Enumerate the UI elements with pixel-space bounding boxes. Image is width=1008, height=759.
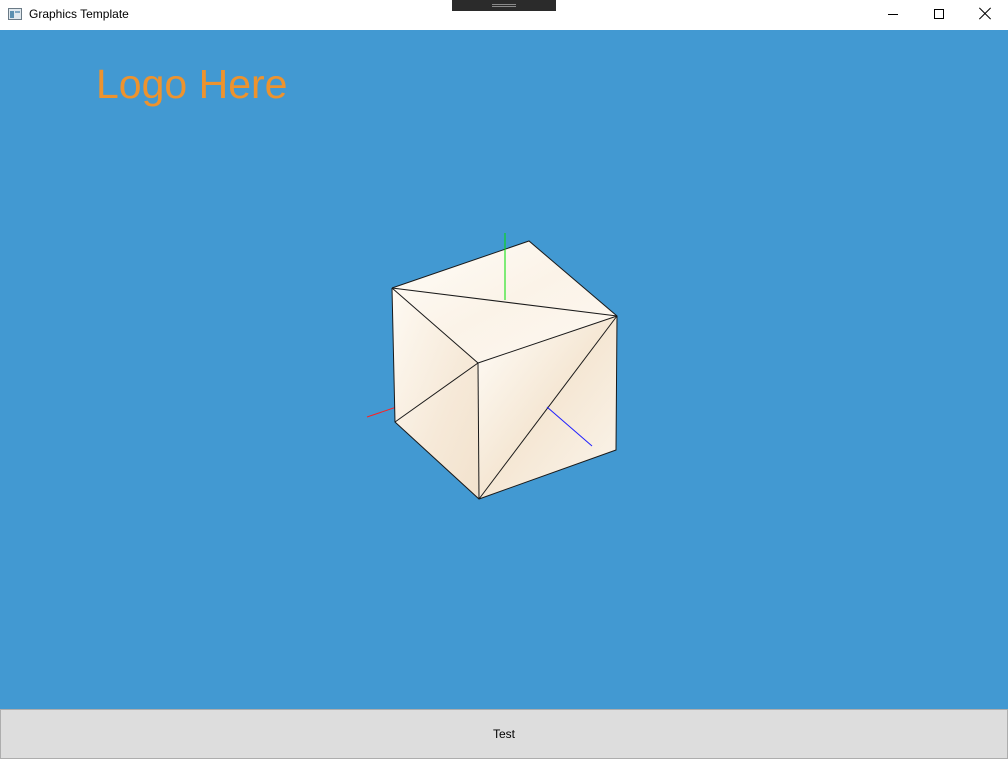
close-icon bbox=[979, 8, 991, 20]
minimize-button[interactable] bbox=[870, 0, 916, 30]
test-button[interactable]: Test bbox=[0, 709, 1008, 759]
title-bar[interactable]: Graphics Template bbox=[0, 0, 1008, 30]
close-button[interactable] bbox=[962, 0, 1008, 30]
3d-scene[interactable] bbox=[0, 30, 1008, 709]
snap-layout-handle[interactable] bbox=[452, 0, 556, 11]
maximize-button[interactable] bbox=[916, 0, 962, 30]
app-window-icon bbox=[8, 8, 22, 20]
app-window: Graphics Template Logo Here Test bbox=[0, 0, 1008, 759]
minimize-icon bbox=[888, 14, 898, 15]
maximize-icon bbox=[934, 9, 944, 19]
graphics-viewport[interactable]: Logo Here bbox=[0, 30, 1008, 709]
window-title: Graphics Template bbox=[29, 7, 129, 21]
